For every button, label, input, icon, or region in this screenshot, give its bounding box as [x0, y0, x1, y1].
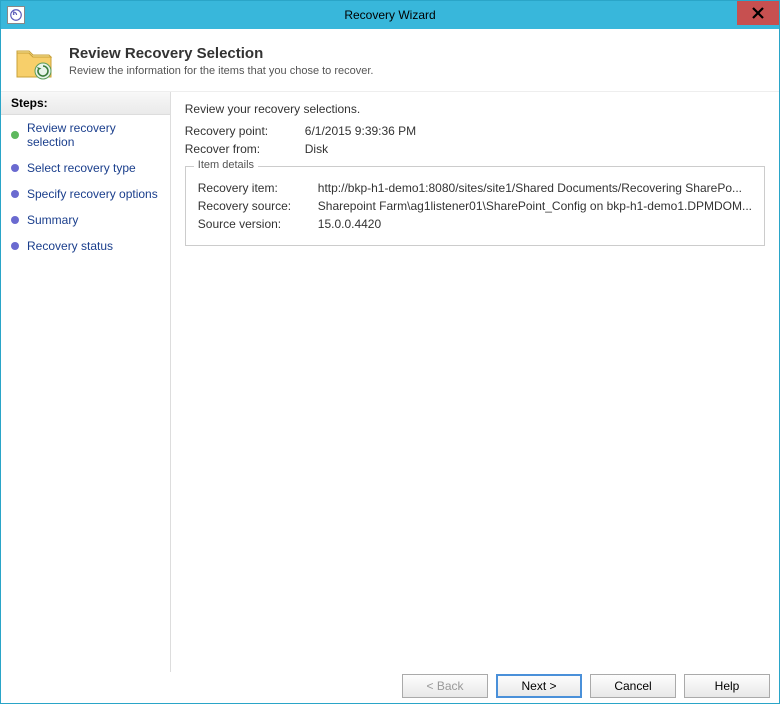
- wizard-buttons: < Back Next > Cancel Help: [402, 674, 770, 698]
- recovery-source-label: Recovery source:: [198, 199, 318, 213]
- next-button[interactable]: Next >: [496, 674, 582, 698]
- step-review-recovery-selection[interactable]: Review recovery selection: [1, 115, 170, 155]
- step-specify-recovery-options[interactable]: Specify recovery options: [1, 181, 170, 207]
- steps-sidebar: Steps: Review recovery selection Select …: [1, 92, 171, 672]
- steps-title: Steps:: [1, 92, 170, 115]
- step-bullet-icon: [11, 164, 19, 172]
- step-label: Specify recovery options: [27, 187, 158, 201]
- page-subtitle: Review the information for the items tha…: [69, 65, 373, 77]
- recovery-point-value: 6/1/2015 9:39:36 PM: [305, 124, 765, 138]
- app-icon: [7, 6, 25, 24]
- titlebar: Recovery Wizard: [1, 1, 779, 29]
- recovery-source-value: Sharepoint Farm\ag1listener01\SharePoint…: [318, 199, 752, 213]
- window-title: Recovery Wizard: [344, 8, 435, 22]
- close-button[interactable]: [737, 1, 779, 25]
- main-panel: Review your recovery selections. Recover…: [171, 92, 779, 672]
- step-recovery-status[interactable]: Recovery status: [1, 233, 170, 259]
- source-version-label: Source version:: [198, 217, 318, 231]
- step-label: Summary: [27, 213, 78, 227]
- wizard-header: Review Recovery Selection Review the inf…: [1, 29, 779, 92]
- step-summary[interactable]: Summary: [1, 207, 170, 233]
- step-label: Select recovery type: [27, 161, 136, 175]
- back-button[interactable]: < Back: [402, 674, 488, 698]
- recover-from-label: Recover from:: [185, 142, 305, 156]
- recovery-point-label: Recovery point:: [185, 124, 305, 138]
- step-bullet-icon: [11, 190, 19, 198]
- step-bullet-icon: [11, 216, 19, 224]
- source-version-value: 15.0.0.4420: [318, 217, 752, 231]
- step-select-recovery-type[interactable]: Select recovery type: [1, 155, 170, 181]
- cancel-button[interactable]: Cancel: [590, 674, 676, 698]
- item-details-title: Item details: [194, 159, 258, 171]
- step-label: Review recovery selection: [27, 121, 160, 149]
- item-details-group: Item details Recovery item: http://bkp-h…: [185, 166, 765, 246]
- step-bullet-icon: [11, 242, 19, 250]
- help-button[interactable]: Help: [684, 674, 770, 698]
- intro-text: Review your recovery selections.: [185, 102, 765, 116]
- step-label: Recovery status: [27, 239, 113, 253]
- recovery-item-value: http://bkp-h1-demo1:8080/sites/site1/Sha…: [318, 181, 752, 195]
- page-title: Review Recovery Selection: [69, 45, 373, 62]
- folder-recovery-icon: [15, 45, 55, 81]
- recovery-item-label: Recovery item:: [198, 181, 318, 195]
- recover-from-value: Disk: [305, 142, 765, 156]
- step-bullet-icon: [11, 131, 19, 139]
